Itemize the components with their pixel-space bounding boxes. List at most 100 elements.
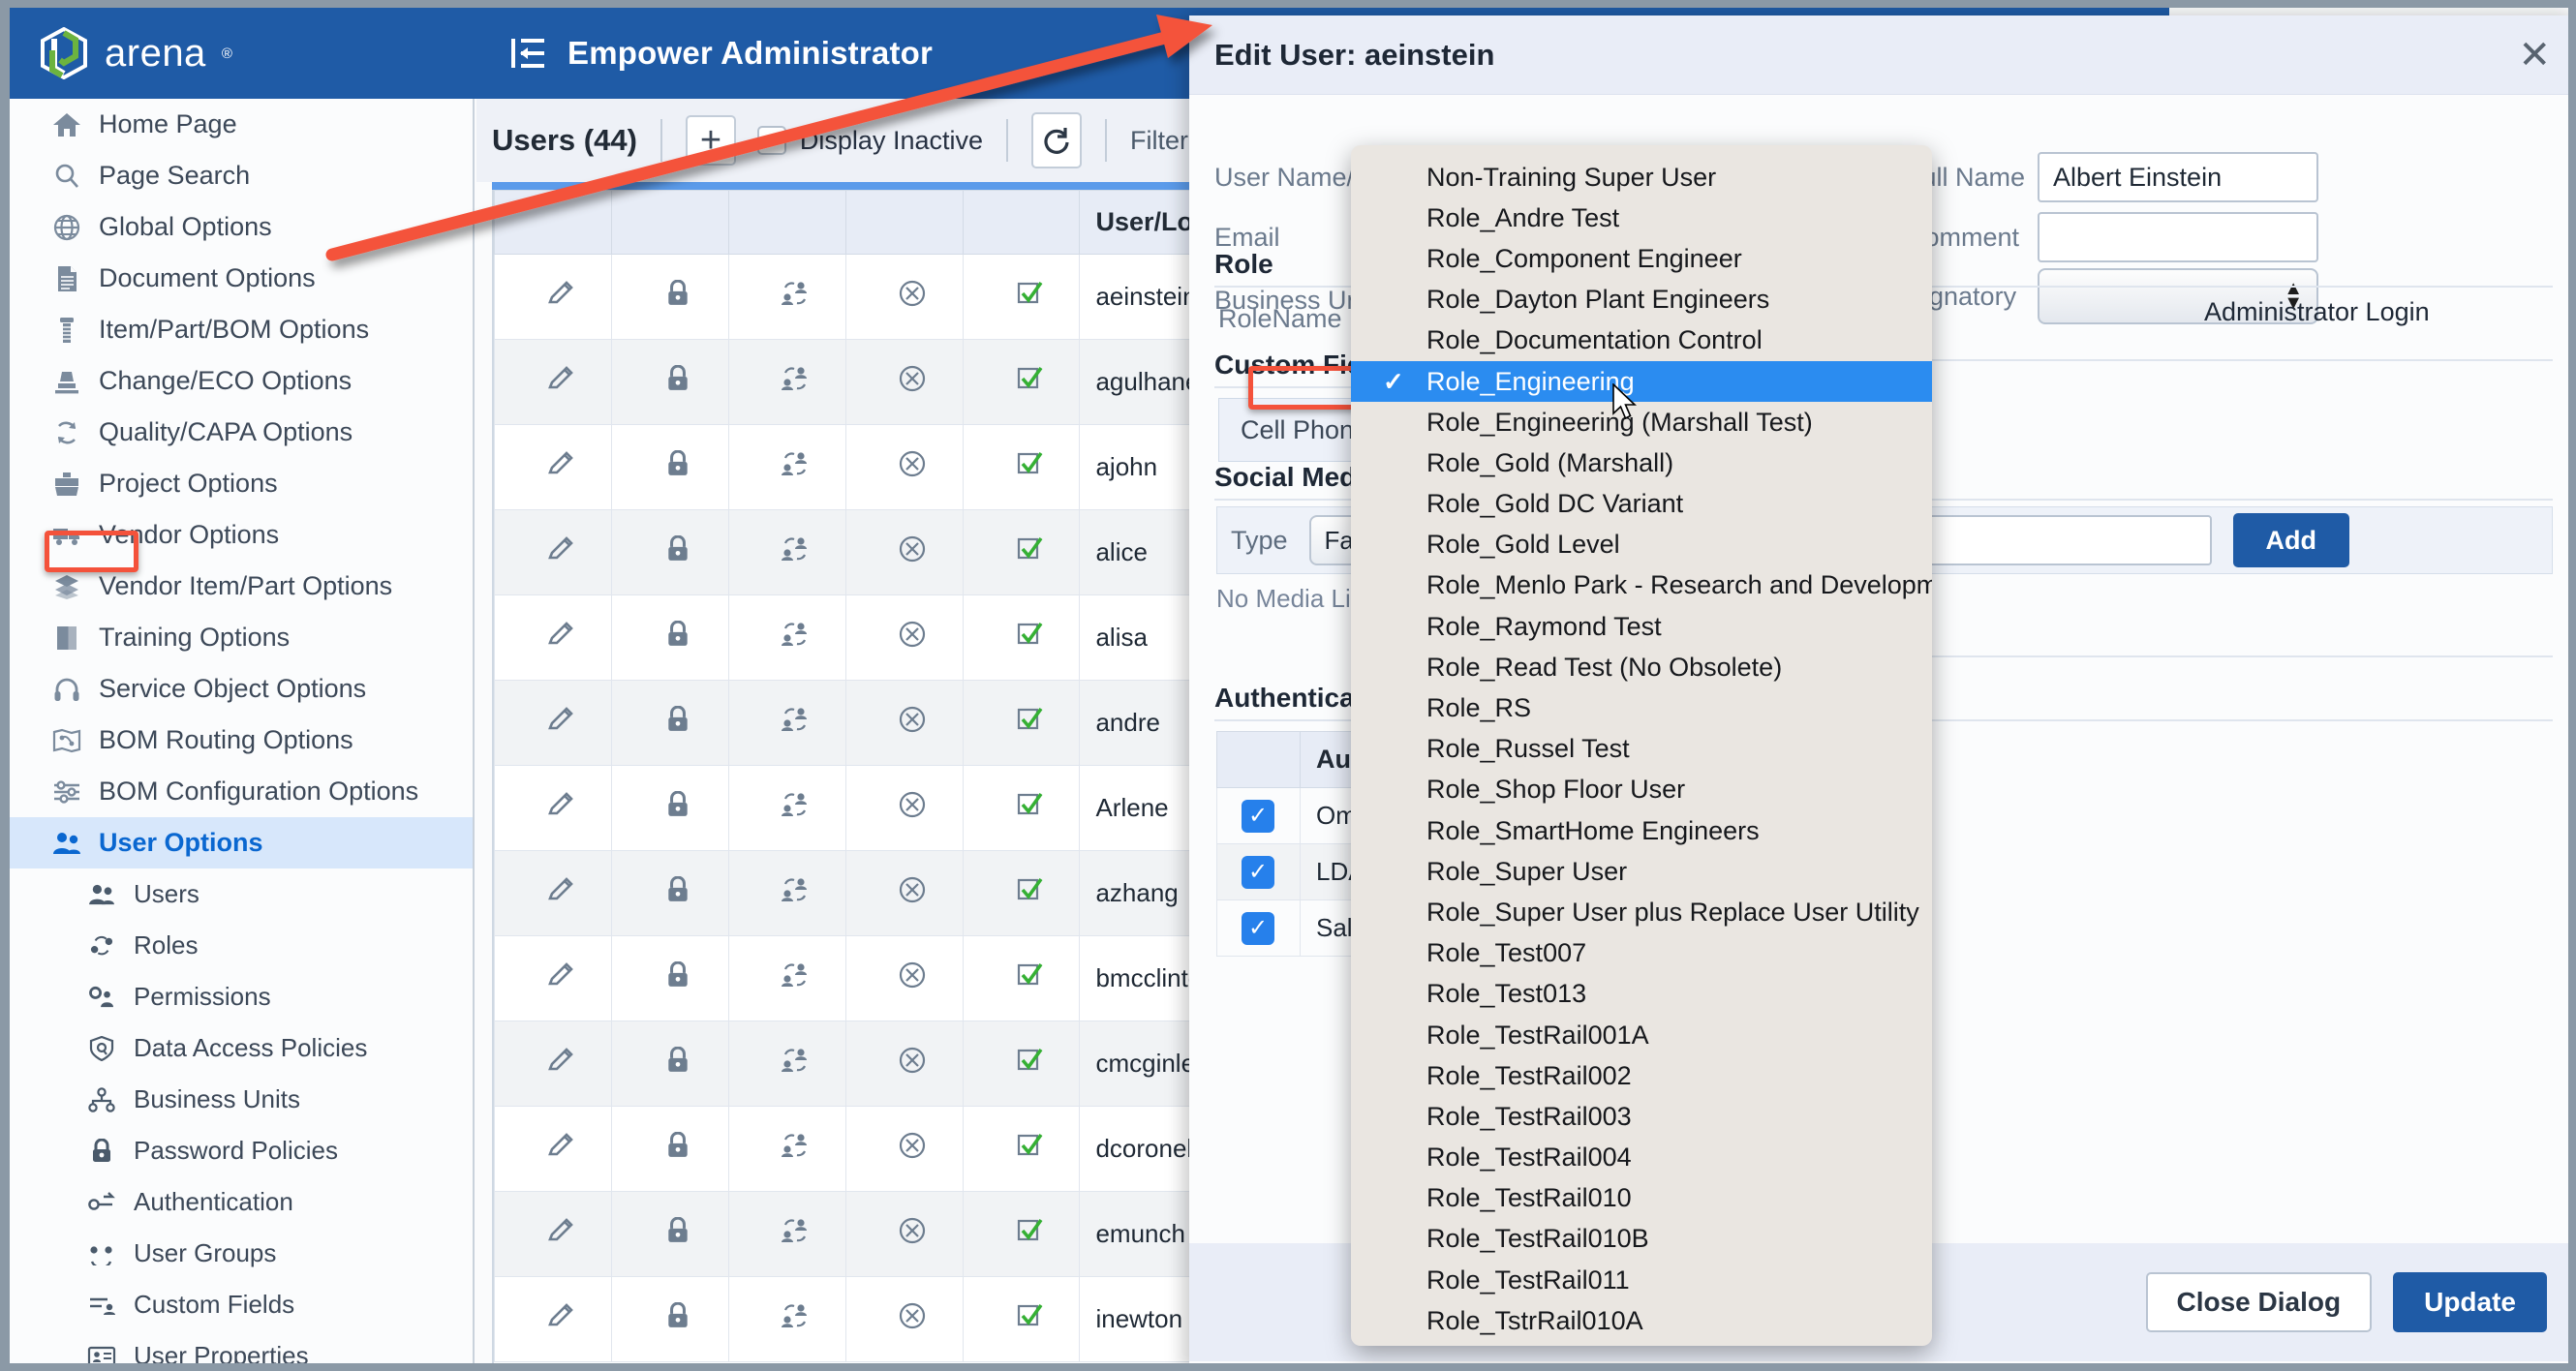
cell-checkbox-checked-action[interactable] [962,765,1081,851]
sidebar-item-quality-capa-options[interactable]: Quality/CAPA Options [10,407,473,458]
cell-cancel-circle-action[interactable] [844,765,964,851]
lock-icon[interactable] [665,1216,690,1250]
replace-user-icon[interactable] [781,1134,810,1165]
sidebar-item-roles[interactable]: Roles [10,920,473,971]
pencil-icon[interactable] [546,281,575,314]
sidebar-item-home-page[interactable]: Home Page [10,99,473,150]
cell-cancel-circle-action[interactable] [844,850,964,936]
lock-icon[interactable] [665,1046,690,1080]
dropdown-item[interactable]: Role_TestRail002 [1351,1055,1932,1096]
replace-user-icon[interactable] [781,1049,810,1080]
cell-checkbox-checked-action[interactable] [962,1106,1081,1192]
lock-icon[interactable] [665,1301,690,1335]
cancel-circle-icon[interactable] [898,1217,927,1251]
dropdown-item[interactable]: Role_Super User plus Replace User Utilit… [1351,892,1932,932]
replace-user-icon[interactable] [781,1304,810,1335]
pencil-icon[interactable] [546,1133,575,1166]
close-dialog-button[interactable]: Close Dialog [2145,1272,2373,1332]
dropdown-item[interactable]: Role_Gold DC Variant [1351,484,1932,525]
cell-replace-user-action[interactable] [727,254,846,340]
replace-user-icon[interactable] [781,367,810,398]
cell-replace-user-action[interactable] [727,594,846,681]
cell-lock-action[interactable] [610,850,729,936]
lock-icon[interactable] [665,364,690,398]
cell-replace-user-action[interactable] [727,850,846,936]
lock-icon[interactable] [665,875,690,909]
dropdown-item[interactable]: Role_TstrRail010A [1351,1300,1932,1341]
cell-lock-action[interactable] [610,424,729,510]
cell-replace-user-action[interactable] [727,1276,846,1362]
pencil-icon[interactable] [546,536,575,569]
dropdown-item[interactable]: Role_Test007 [1351,933,1932,974]
cell-checkbox-checked-action[interactable] [962,339,1081,425]
cancel-circle-icon[interactable] [898,535,927,569]
checkbox-checked-icon[interactable]: ✓ [1242,855,1274,889]
cancel-circle-icon[interactable] [898,876,927,910]
dropdown-item[interactable]: Role_Engineering (Marshall Test) [1351,402,1932,442]
checkbox-checked-icon[interactable] [1015,281,1044,314]
auth-row-checkbox-cell[interactable]: ✓ [1216,843,1301,900]
update-button[interactable]: Update [2393,1272,2547,1332]
sidebar-item-bom-configuration-options[interactable]: BOM Configuration Options [10,766,473,817]
sidebar-item-data-access-policies[interactable]: Data Access Policies [10,1022,473,1074]
collapse-sidebar-icon[interactable] [509,37,546,70]
pencil-icon[interactable] [546,1048,575,1081]
cancel-circle-icon[interactable] [898,791,927,825]
cell-lock-action[interactable] [610,254,729,340]
cell-lock-action[interactable] [610,765,729,851]
sidebar-item-service-object-options[interactable]: Service Object Options [10,663,473,715]
cell-lock-action[interactable] [610,509,729,595]
cell-checkbox-checked-action[interactable] [962,1276,1081,1362]
dropdown-item[interactable]: Role_Dayton Plant Engineers [1351,280,1932,320]
replace-user-icon[interactable] [781,1219,810,1250]
checkbox-checked-icon[interactable] [1015,1303,1044,1336]
dropdown-item[interactable]: Role_Russel Test [1351,729,1932,770]
cell-pencil-action[interactable] [494,254,612,340]
close-icon[interactable]: ✕ [2518,36,2551,75]
sidebar-item-vendor-item-part-options[interactable]: Vendor Item/Part Options [10,561,473,612]
cell-replace-user-action[interactable] [727,680,846,766]
cell-pencil-action[interactable] [494,509,612,595]
cell-lock-action[interactable] [610,339,729,425]
pencil-icon[interactable] [546,877,575,910]
auth-row-checkbox-cell[interactable]: ✓ [1216,787,1301,844]
sidebar-item-change-eco-options[interactable]: Change/ECO Options [10,355,473,407]
checkbox-checked-icon[interactable] [1015,451,1044,484]
sidebar-item-item-part-bom-options[interactable]: Item/Part/BOM Options [10,304,473,355]
lock-icon[interactable] [665,279,690,313]
comment-input[interactable] [2038,212,2318,262]
cancel-circle-icon[interactable] [898,1302,927,1336]
dropdown-item[interactable]: Role_TestRail010B [1351,1219,1932,1260]
dropdown-item[interactable]: Role_TestRail004 [1351,1138,1932,1178]
replace-user-icon[interactable] [781,878,810,909]
cell-pencil-action[interactable] [494,1191,612,1277]
cell-pencil-action[interactable] [494,594,612,681]
sidebar-item-user-options[interactable]: User Options [10,817,473,868]
dropdown-item[interactable]: Role_Raymond Test [1351,606,1932,647]
cell-cancel-circle-action[interactable] [844,594,964,681]
pencil-icon[interactable] [546,707,575,740]
cell-replace-user-action[interactable] [727,765,846,851]
pencil-icon[interactable] [546,1303,575,1336]
replace-user-icon[interactable] [781,623,810,654]
replace-user-icon[interactable] [781,793,810,824]
replace-user-icon[interactable] [781,537,810,568]
cell-pencil-action[interactable] [494,339,612,425]
checkbox-checked-icon[interactable] [1015,1048,1044,1081]
filter-label[interactable]: Filter [1130,126,1188,156]
dropdown-item[interactable]: Role_Super User [1351,851,1932,892]
cell-pencil-action[interactable] [494,765,612,851]
dropdown-item[interactable]: Role_RS [1351,687,1932,728]
checkbox-checked-icon[interactable] [1015,962,1044,995]
dropdown-item[interactable]: Role_Gold (Marshall) [1351,442,1932,483]
lock-icon[interactable] [665,620,690,654]
auth-row-checkbox-cell[interactable]: ✓ [1216,899,1301,957]
cell-lock-action[interactable] [610,594,729,681]
sidebar-item-training-options[interactable]: Training Options [10,612,473,663]
dropdown-item[interactable]: Role_TestRail003 [1351,1096,1932,1137]
lock-icon[interactable] [665,790,690,824]
dropdown-item[interactable]: Role_Read Test (No Obsolete) [1351,647,1932,687]
cell-pencil-action[interactable] [494,680,612,766]
dropdown-item[interactable]: Role_TestRail010 [1351,1178,1932,1219]
cell-lock-action[interactable] [610,935,729,1021]
